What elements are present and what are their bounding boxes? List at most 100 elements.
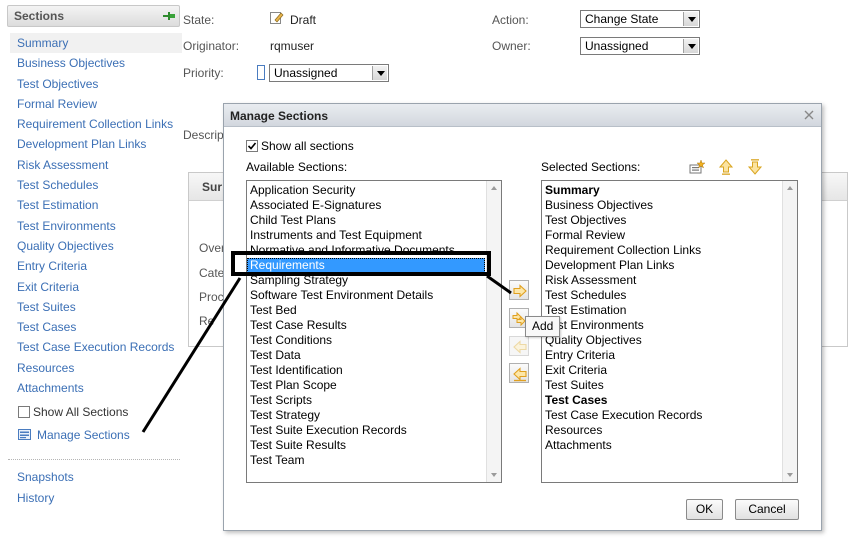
sidebar-item[interactable]: Test Case Execution Records <box>10 337 182 357</box>
selected-section-item[interactable]: Test Cases <box>542 393 781 408</box>
selected-section-item[interactable]: Entry Criteria <box>542 348 781 363</box>
edit-state-icon[interactable] <box>270 11 284 25</box>
available-sections-list[interactable]: Application Security Associated E-Signatu… <box>246 180 502 483</box>
move-up-icon[interactable] <box>717 158 735 176</box>
available-section-item[interactable]: Test Case Results <box>247 318 485 333</box>
selected-section-item[interactable]: Business Objectives <box>542 198 781 213</box>
action-label: Action: <box>492 13 529 27</box>
sidebar-item[interactable]: Business Objectives <box>10 53 182 73</box>
sidebar-title: Sections <box>14 9 65 23</box>
selected-section-item[interactable]: Test Environments <box>542 318 781 333</box>
selected-scrollbar[interactable] <box>782 181 797 482</box>
cancel-button[interactable]: Cancel <box>735 499 799 520</box>
show-all-sections-dialog-checkbox[interactable] <box>246 140 258 152</box>
selected-sections-label: Selected Sections: <box>541 160 641 174</box>
available-section-item[interactable]: Associated E-Signatures <box>247 198 485 213</box>
sidebar-item[interactable]: Attachments <box>10 378 182 398</box>
scroll-up-icon[interactable] <box>487 181 501 196</box>
available-section-item[interactable]: Test Identification <box>247 363 485 378</box>
show-all-sections-toggle[interactable]: Show All Sections <box>18 405 128 419</box>
manage-sections-link[interactable]: Manage Sections <box>18 428 130 442</box>
available-section-item[interactable]: Test Plan Scope <box>247 378 485 393</box>
snapshots-link[interactable]: Snapshots <box>17 470 74 484</box>
sidebar-item[interactable]: Test Environments <box>10 216 182 236</box>
available-sections-label: Available Sections: <box>246 160 348 174</box>
action-select[interactable]: Change State <box>580 10 700 28</box>
selected-section-item[interactable]: Development Plan Links <box>542 258 781 273</box>
selected-section-item[interactable]: Formal Review <box>542 228 781 243</box>
add-button[interactable] <box>509 280 529 300</box>
selected-section-item[interactable]: Test Estimation <box>542 303 781 318</box>
selected-sections-items: Summary Business Objectives Test Objective… <box>542 183 781 453</box>
move-down-icon[interactable] <box>746 158 764 176</box>
available-section-item[interactable]: Test Strategy <box>247 408 485 423</box>
available-section-item[interactable]: Child Test Plans <box>247 213 485 228</box>
selected-section-item[interactable]: Test Objectives <box>542 213 781 228</box>
dialog-titlebar[interactable]: Manage Sections <box>224 104 821 127</box>
selected-section-item[interactable]: Summary <box>542 183 781 198</box>
priority-select-value: Unassigned <box>274 66 338 80</box>
new-section-icon[interactable] <box>688 158 706 176</box>
sidebar-item[interactable]: Risk Assessment <box>10 155 182 175</box>
history-link[interactable]: History <box>17 491 54 505</box>
available-section-item[interactable]: Test Scripts <box>247 393 485 408</box>
sidebar-item[interactable]: Resources <box>10 358 182 378</box>
pin-icon[interactable] <box>162 10 176 22</box>
selected-sections-list[interactable]: Summary Business Objectives Test Objective… <box>541 180 798 483</box>
available-section-item[interactable]: Test Bed <box>247 303 485 318</box>
selected-section-item[interactable]: Test Suites <box>542 378 781 393</box>
sidebar-item[interactable]: Quality Objectives <box>10 236 182 256</box>
show-all-sections-label: Show All Sections <box>33 405 129 419</box>
owner-select-value: Unassigned <box>585 39 649 53</box>
sidebar-item[interactable]: Test Suites <box>10 297 182 317</box>
scroll-down-icon[interactable] <box>783 467 797 482</box>
available-section-item[interactable]: Test Conditions <box>247 333 485 348</box>
remove-all-button[interactable] <box>509 363 529 383</box>
sidebar-item[interactable]: Entry Criteria <box>10 256 182 276</box>
available-section-item[interactable]: Test Suite Execution Records <box>247 423 485 438</box>
scroll-down-icon[interactable] <box>487 467 501 482</box>
chevron-down-icon <box>372 66 387 80</box>
available-section-item[interactable]: Test Data <box>247 348 485 363</box>
show-all-sections-option[interactable]: Show all sections <box>246 139 354 153</box>
available-scrollbar[interactable] <box>486 181 501 482</box>
selected-section-item[interactable]: Resources <box>542 423 781 438</box>
close-icon[interactable] <box>803 109 815 121</box>
selected-section-item[interactable]: Exit Criteria <box>542 363 781 378</box>
scroll-up-icon[interactable] <box>783 181 797 196</box>
sidebar-item[interactable]: Test Objectives <box>10 74 182 94</box>
selected-section-item[interactable]: Risk Assessment <box>542 273 781 288</box>
sidebar-item[interactable]: Exit Criteria <box>10 277 182 297</box>
ok-button[interactable]: OK <box>686 499 723 520</box>
sidebar-item[interactable]: Development Plan Links <box>10 134 182 154</box>
selected-section-item[interactable]: Quality Objectives <box>542 333 781 348</box>
manage-sections-icon <box>18 429 32 441</box>
category-label: Cate <box>199 266 225 280</box>
remove-button[interactable] <box>509 336 529 356</box>
chevron-down-icon <box>683 39 698 53</box>
state-value: Draft <box>290 13 317 27</box>
manage-sections-label: Manage Sections <box>37 428 130 442</box>
sidebar-item[interactable]: Requirement Collection Links <box>10 114 182 134</box>
available-section-item[interactable]: Software Test Environment Details <box>247 288 485 303</box>
show-all-sections-checkbox[interactable] <box>18 406 30 418</box>
overview-label: Over <box>199 241 226 255</box>
available-section-item[interactable]: Application Security <box>247 183 485 198</box>
sidebar-item[interactable]: Summary <box>10 33 182 54</box>
owner-select[interactable]: Unassigned <box>580 37 700 55</box>
manage-sections-dialog: Manage Sections Show all sections Availa… <box>223 103 822 531</box>
sidebar-section-list: Summary Business Objectives Test Objective… <box>10 33 182 398</box>
selected-section-item[interactable]: Requirement Collection Links <box>542 243 781 258</box>
available-section-item[interactable]: Test Suite Results <box>247 438 485 453</box>
sidebar-item[interactable]: Test Schedules <box>10 175 182 195</box>
selected-section-item[interactable]: Attachments <box>542 438 781 453</box>
priority-select[interactable]: Unassigned <box>269 64 389 82</box>
available-section-item[interactable]: Instruments and Test Equipment <box>247 228 485 243</box>
sections-sidebar: Sections Summary Business Objectives Test … <box>0 0 185 541</box>
selected-section-item[interactable]: Test Schedules <box>542 288 781 303</box>
selected-section-item[interactable]: Test Case Execution Records <box>542 408 781 423</box>
available-section-item[interactable]: Test Team <box>247 453 485 468</box>
sidebar-item[interactable]: Test Estimation <box>10 195 182 215</box>
sidebar-item[interactable]: Formal Review <box>10 94 182 114</box>
sidebar-item[interactable]: Test Cases <box>10 317 182 337</box>
